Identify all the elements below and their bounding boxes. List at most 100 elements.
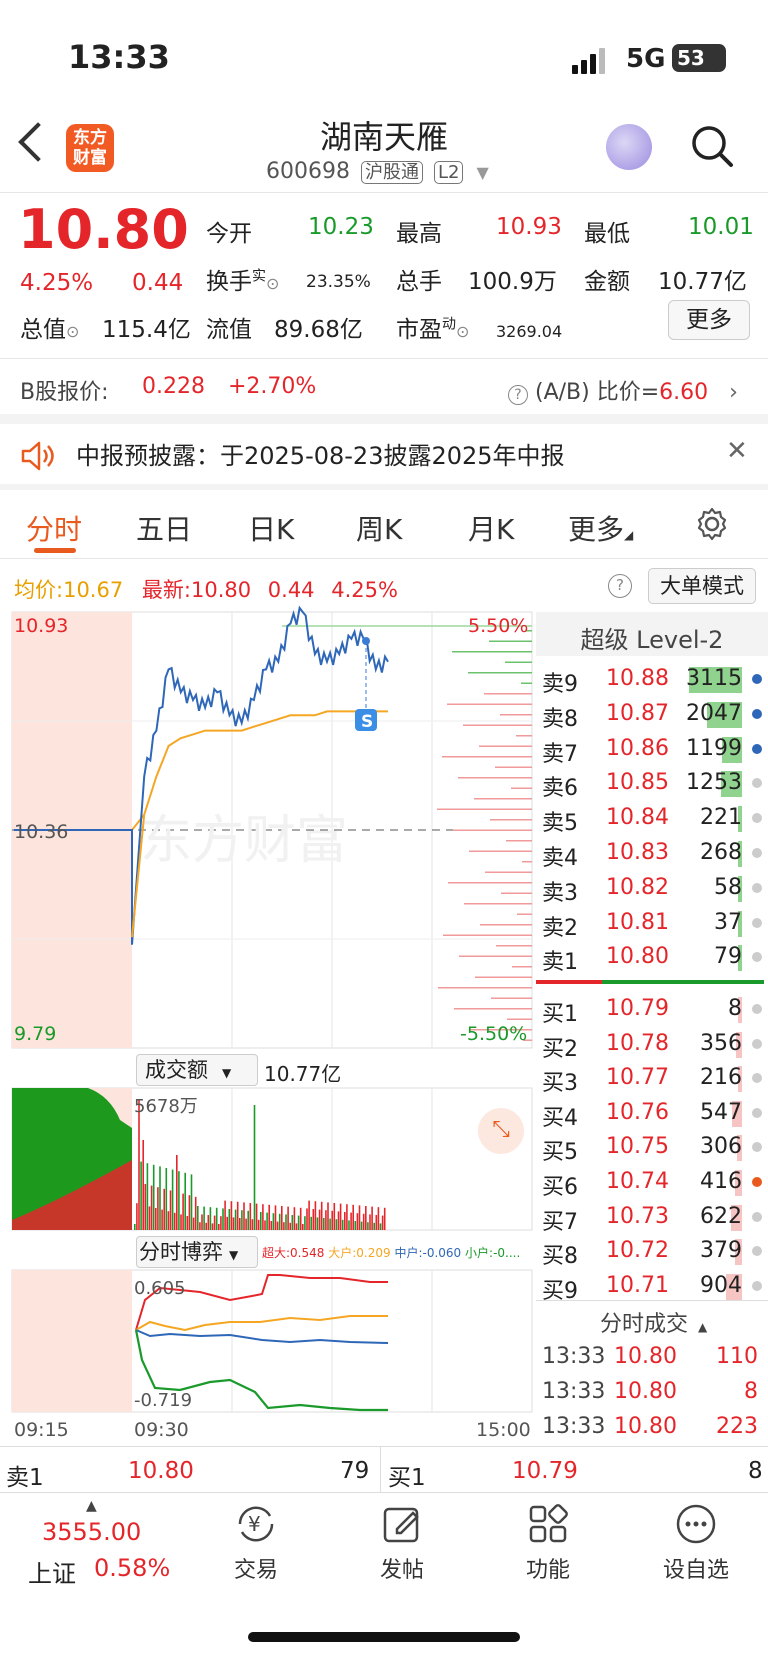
- caret-up-icon: ▲: [698, 1320, 708, 1334]
- depth-bar: [443, 934, 532, 936]
- volume-bar: [155, 1208, 157, 1230]
- volume-bar: [299, 1207, 302, 1230]
- ask-price: 10.84: [606, 805, 669, 831]
- volume-bar: [215, 1207, 218, 1230]
- volume-bar: [192, 1217, 195, 1230]
- bid-label: 买8: [542, 1244, 578, 1270]
- volume-bar: [247, 1210, 249, 1230]
- volume-bar: [165, 1168, 168, 1230]
- bid-row[interactable]: 买3 10.77 216: [540, 1061, 768, 1096]
- volume-bar: [291, 1215, 294, 1230]
- bid-row[interactable]: 买6 10.74 416: [540, 1165, 768, 1200]
- depth-bar: [437, 808, 532, 810]
- bid-price: 10.74: [606, 1169, 669, 1194]
- order-dot-icon: [752, 1004, 762, 1014]
- index-name[interactable]: 上证: [28, 1554, 76, 1589]
- order-dot-icon: [752, 708, 762, 719]
- bid-price: 10.71: [606, 1272, 669, 1298]
- volume-bar: [190, 1174, 193, 1230]
- ask-volume: 221: [700, 805, 742, 831]
- ask-label: 卖3: [542, 880, 578, 906]
- volume-bar: [352, 1204, 354, 1230]
- tick-volume: 110: [716, 1344, 758, 1369]
- depth-bar: [496, 945, 532, 947]
- sell-marker[interactable]: S: [361, 712, 373, 732]
- nav-post[interactable]: 发帖: [342, 1502, 462, 1584]
- volume-bar: [348, 1220, 350, 1230]
- volume-bar: [236, 1201, 239, 1230]
- ask-label: 卖2: [542, 915, 578, 941]
- ask-row[interactable]: 卖2 10.81 37: [540, 906, 768, 941]
- bid-row[interactable]: 买4 10.76 547: [540, 1096, 768, 1131]
- bid-price: 10.75: [606, 1134, 669, 1160]
- flow-selector[interactable]: 分时博弈 ▼: [136, 1236, 258, 1268]
- volume-bar: [304, 1216, 306, 1230]
- level2-title[interactable]: 超级 Level-2: [536, 620, 768, 655]
- turnover-selector[interactable]: 成交额 ▼: [136, 1054, 258, 1086]
- y-mid-label: 10.36: [14, 821, 68, 843]
- bid-row[interactable]: 买2 10.78 356: [540, 1027, 768, 1062]
- volume-bar: [281, 1206, 283, 1230]
- volume-bar: [232, 1217, 235, 1230]
- volume-bar: [331, 1210, 333, 1230]
- volume-bar: [379, 1223, 382, 1230]
- depth-bar: [438, 987, 532, 989]
- bid-row[interactable]: 买7 10.73 622: [540, 1200, 768, 1235]
- ticks-title[interactable]: 分时成交 ▲: [600, 1306, 707, 1338]
- volume-bar: [329, 1218, 331, 1230]
- nav-watchlist[interactable]: 设自选: [636, 1502, 756, 1584]
- depth-bar: [479, 745, 532, 747]
- volume-bar: [371, 1206, 373, 1230]
- volume-bar: [178, 1171, 180, 1230]
- volume-bar: [316, 1217, 319, 1230]
- nav-functions[interactable]: 功能: [488, 1502, 608, 1584]
- depth-bar: [463, 724, 532, 726]
- volume-bar: [344, 1212, 346, 1230]
- volume-bar: [337, 1211, 340, 1230]
- volume-bar: [213, 1215, 216, 1230]
- ask-row[interactable]: 卖7 10.86 1199: [540, 732, 768, 767]
- ask-label: 卖9: [542, 672, 578, 697]
- volume-bar: [369, 1214, 371, 1230]
- volume-bar: [365, 1206, 367, 1230]
- ask-row[interactable]: 卖9 10.88 3115: [540, 662, 768, 697]
- watermark: 东方财富: [140, 812, 348, 870]
- ask-row[interactable]: 卖8 10.87 2047: [540, 697, 768, 732]
- order-dot-icon: [752, 1246, 762, 1257]
- volume-bar: [362, 1213, 365, 1230]
- volume-bar: [169, 1190, 172, 1230]
- volume-bar: [302, 1224, 304, 1230]
- volume-bar: [144, 1184, 147, 1230]
- ask-row[interactable]: 卖1 10.80 79: [540, 940, 768, 975]
- bid-row[interactable]: 买9 10.71 904: [540, 1269, 768, 1304]
- bid-volume: 379: [700, 1238, 742, 1264]
- index-value[interactable]: 3555.00: [42, 1518, 141, 1546]
- ask-row[interactable]: 卖6 10.85 1253: [540, 766, 768, 801]
- bid-volume: 547: [700, 1099, 742, 1125]
- home-indicator[interactable]: [248, 1632, 520, 1642]
- bid-volume: 622: [700, 1203, 742, 1229]
- bottom-ask-price: 10.80: [128, 1458, 194, 1484]
- bid-label: 买7: [542, 1209, 578, 1235]
- bottom-bid-label: 买1: [388, 1465, 426, 1491]
- volume-bar: [150, 1185, 153, 1230]
- ask-row[interactable]: 卖3 10.82 58: [540, 871, 768, 906]
- nav-trade[interactable]: ¥ 交易: [196, 1502, 316, 1584]
- volume-bar: [354, 1221, 357, 1230]
- bid-row[interactable]: 买5 10.75 306: [540, 1130, 768, 1165]
- volume-bar: [157, 1187, 159, 1230]
- volume-bar: [138, 1100, 140, 1230]
- bottom-ask-label: 卖1: [6, 1465, 44, 1491]
- ask-row[interactable]: 卖4 10.83 268: [540, 836, 768, 871]
- volume-bar: [220, 1216, 222, 1230]
- nav-trade-label: 交易: [233, 1558, 278, 1583]
- depth-bar: [501, 892, 532, 894]
- expand-icon[interactable]: ⤡: [478, 1108, 524, 1154]
- bid-row[interactable]: 买8 10.72 379: [540, 1234, 768, 1270]
- bid-row[interactable]: 买1 10.79 8: [540, 992, 768, 1027]
- bid-volume: 904: [700, 1272, 742, 1298]
- volume-bar: [375, 1215, 378, 1230]
- volume-bar: [255, 1203, 258, 1230]
- index-pct[interactable]: 0.58%: [94, 1554, 170, 1582]
- ask-row[interactable]: 卖5 10.84 221: [540, 801, 768, 836]
